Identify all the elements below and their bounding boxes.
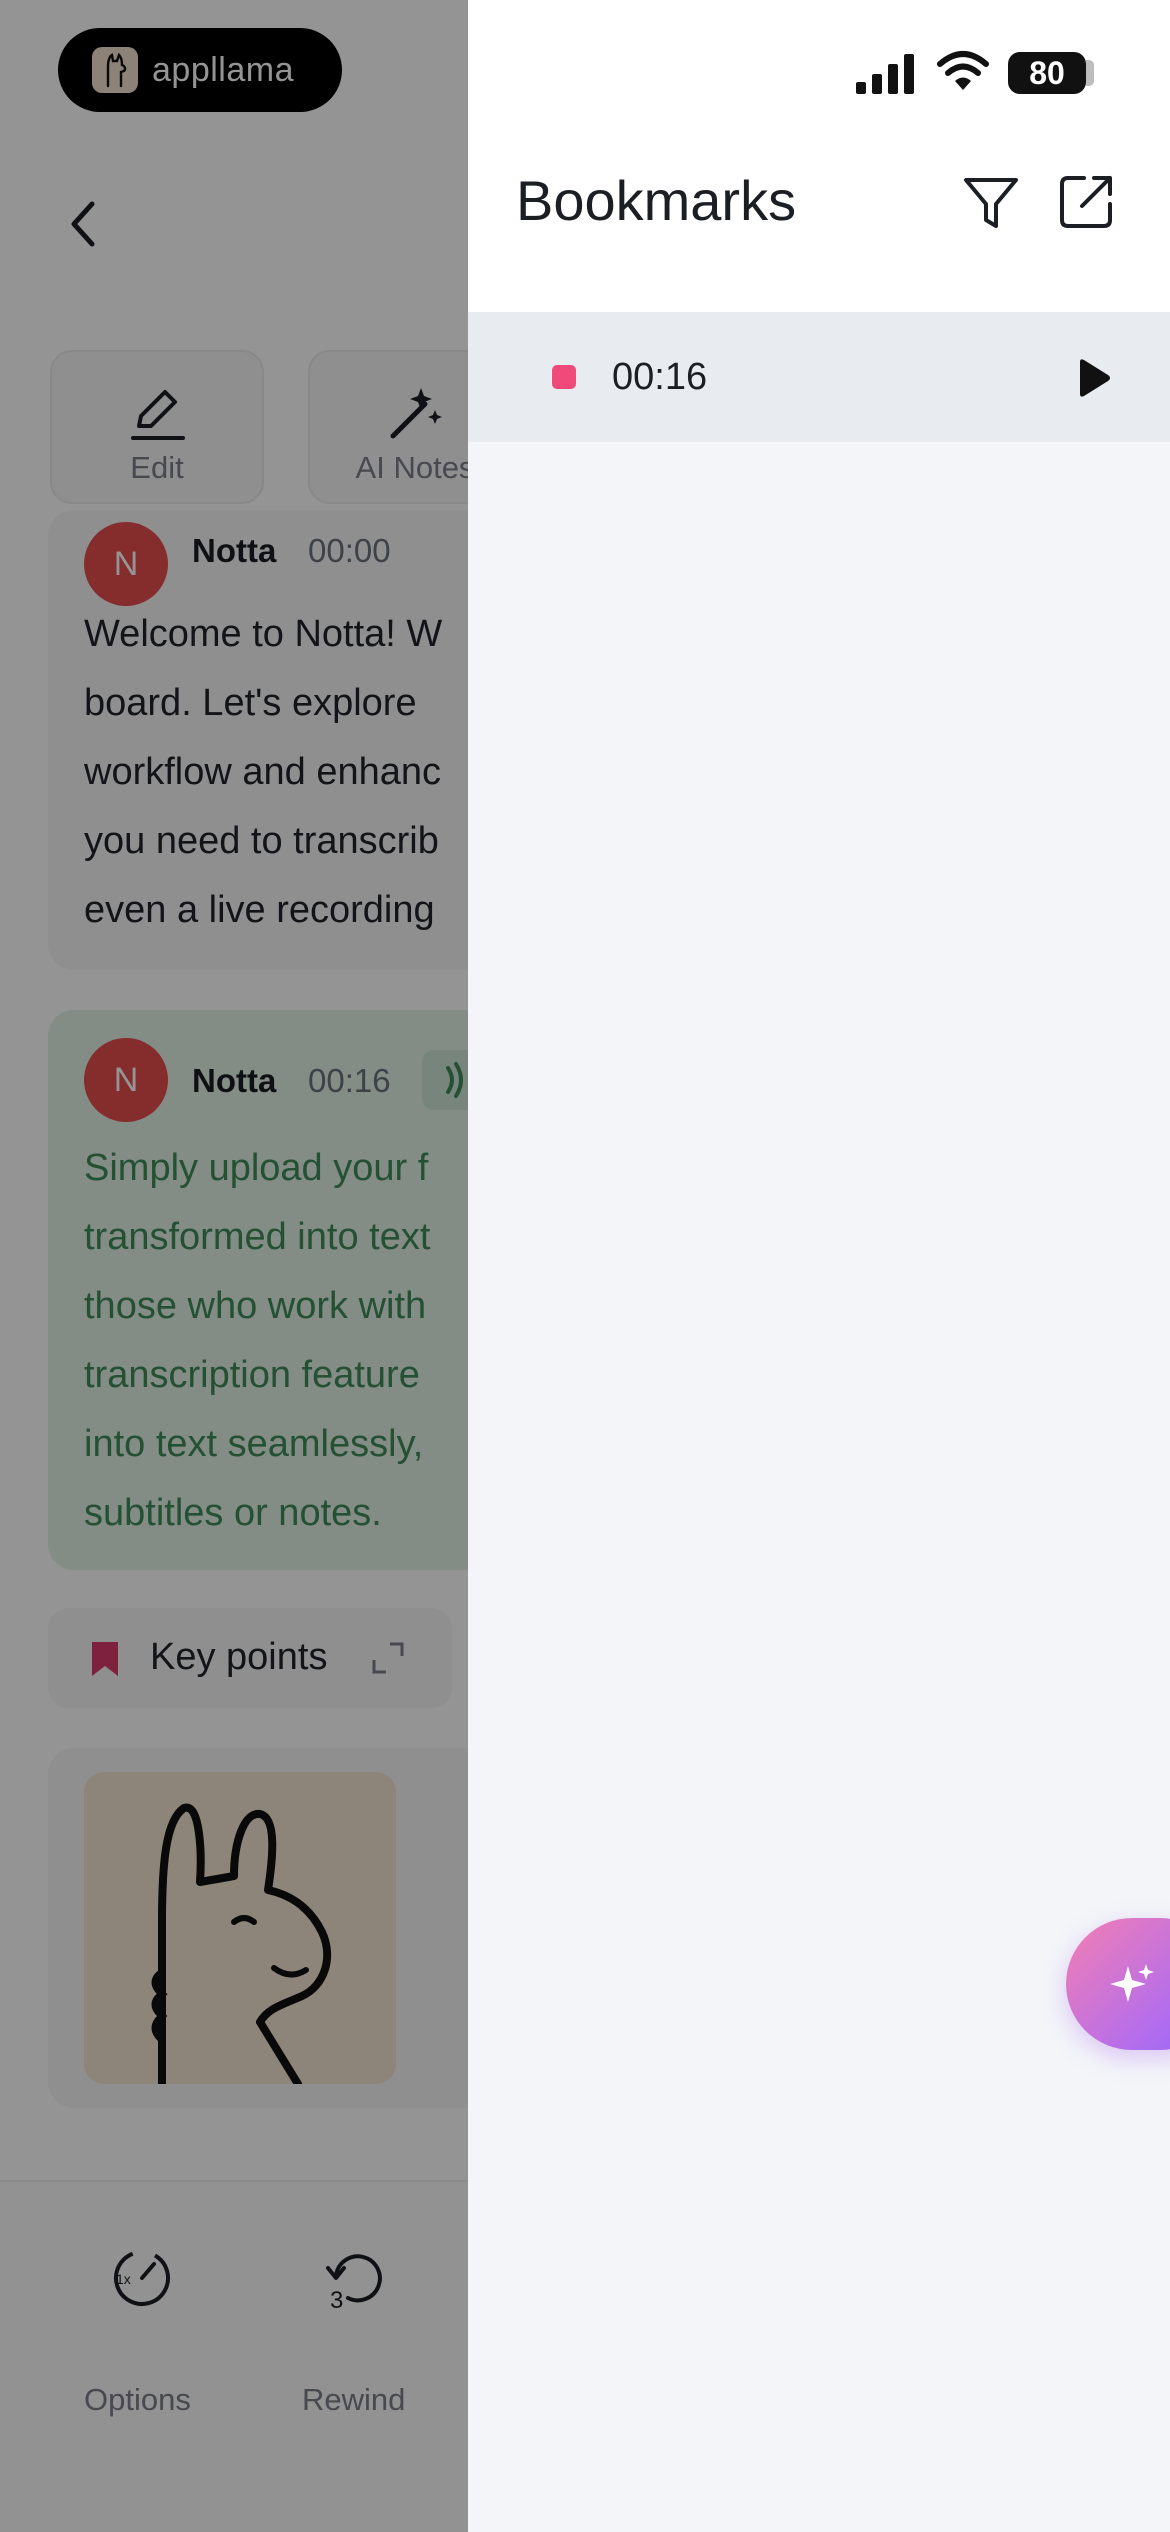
bookmarks-title: Bookmarks xyxy=(516,169,797,232)
filter-icon[interactable] xyxy=(962,174,1020,232)
battery-icon: 80 xyxy=(1008,52,1086,94)
bookmark-item[interactable]: 00:16 xyxy=(468,312,1170,442)
bookmark-time: 00:16 xyxy=(612,356,708,398)
bookmarks-header: 80 Bookmarks xyxy=(468,0,1170,312)
export-icon[interactable] xyxy=(1056,172,1116,232)
ai-assistant-button[interactable] xyxy=(1066,1918,1170,2050)
cellular-signal-icon xyxy=(856,54,914,94)
status-bar: 80 xyxy=(468,40,1170,116)
dimming-overlay[interactable] xyxy=(0,0,468,2532)
play-icon[interactable] xyxy=(1074,358,1112,398)
battery-level: 80 xyxy=(1029,54,1065,91)
bookmarks-panel: 80 Bookmarks 00:16 xyxy=(468,0,1170,2532)
wifi-icon xyxy=(937,51,989,90)
sparkle-icon xyxy=(1110,1964,1154,2002)
battery-cap xyxy=(1086,60,1094,86)
bookmark-color-marker xyxy=(552,365,576,389)
